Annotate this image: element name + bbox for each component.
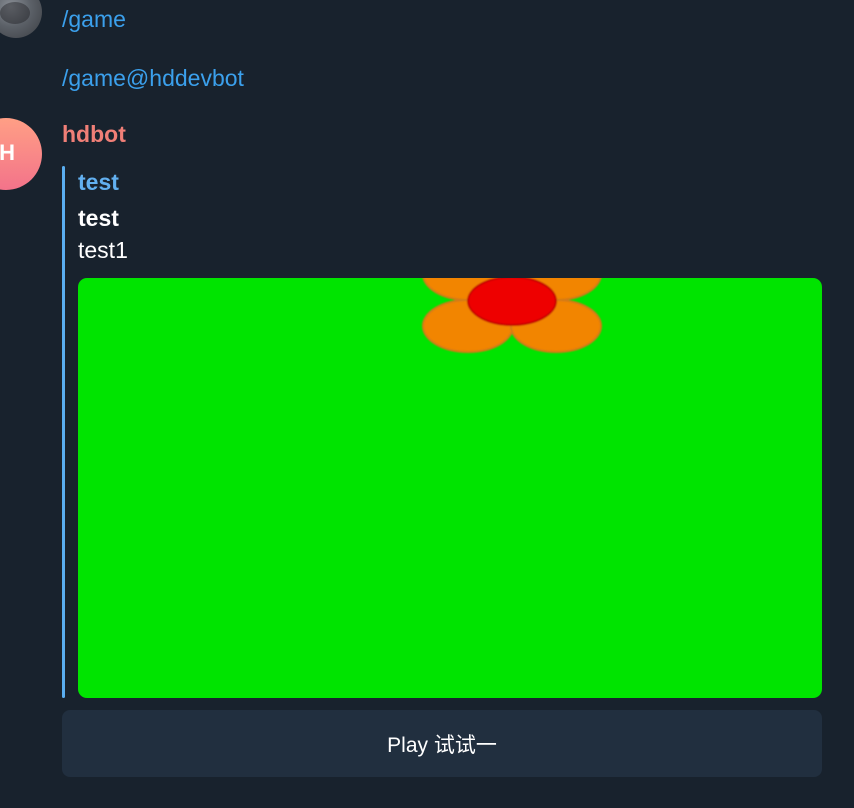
game-name: test (78, 205, 119, 231)
game-card-accent-bar (62, 166, 65, 698)
flower-icon (422, 278, 602, 353)
game-bot-command-link[interactable]: /game@hddevbot (62, 67, 244, 90)
sender-name[interactable]: hdbot (62, 123, 126, 146)
bot-avatar-letter: H (0, 140, 15, 165)
bot-avatar[interactable]: H (0, 118, 42, 190)
game-card[interactable]: test test test1 (62, 166, 822, 698)
game-description: test1 (78, 237, 128, 263)
game-preview-image[interactable] (78, 278, 822, 698)
play-game-button[interactable]: Play 试试一 (62, 710, 822, 777)
user-avatar[interactable] (0, 0, 42, 38)
chat-view: /game /game@hddevbot H hdbot test test t… (0, 0, 854, 808)
game-command-link[interactable]: /game (62, 8, 126, 31)
game-title-link[interactable]: test (78, 171, 119, 194)
